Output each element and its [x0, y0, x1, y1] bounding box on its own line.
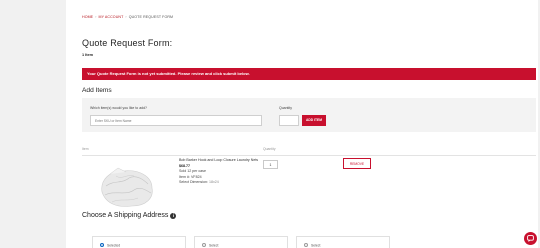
shipping-address-option-2[interactable]: Select — [194, 236, 288, 248]
add-item-button[interactable]: ADD ITEM — [302, 115, 326, 126]
radio-icon[interactable] — [202, 243, 206, 247]
page-content: HOME › MY ACCOUNT › QUOTE REQUEST FORM Quote… — [66, 0, 538, 248]
address-option-label: Select — [209, 243, 219, 248]
item-search-input[interactable] — [90, 115, 262, 126]
radio-icon[interactable] — [304, 243, 308, 247]
breadcrumb-separator: › — [125, 15, 127, 19]
laundry-net-product-image — [101, 167, 153, 207]
page-title: Quote Request Form: — [82, 38, 173, 48]
add-items-panel: Which item(s) would you like to add? Qua… — [82, 98, 536, 132]
dimension-label: Select Dimension: — [179, 179, 208, 184]
item-count: 1 Item — [82, 53, 93, 57]
chat-button[interactable] — [524, 232, 537, 245]
product-name[interactable]: Bob Barker Hook and Loop Closure Laundry… — [179, 158, 259, 163]
shipping-address-option-1[interactable]: Selected — [92, 236, 186, 248]
shipping-address-option-3[interactable]: Select — [296, 236, 390, 248]
add-quantity-input[interactable] — [279, 115, 299, 126]
product-dimension: Select Dimension: 18x24 — [179, 180, 259, 185]
column-header-quantity: Quantity — [263, 147, 276, 151]
breadcrumb-current: QUOTE REQUEST FORM — [128, 15, 174, 19]
add-items-heading: Add Items — [82, 87, 112, 94]
address-option-label: Select — [311, 243, 321, 248]
product-quantity-input[interactable]: 1 — [263, 160, 278, 169]
product-info: Bob Barker Hook and Loop Closure Laundry… — [179, 158, 259, 185]
chat-bubble-icon — [527, 235, 534, 243]
not-submitted-alert: Your Quote Request Form is not yet submi… — [82, 68, 536, 80]
breadcrumb-home[interactable]: HOME — [82, 15, 93, 19]
radio-selected-icon[interactable] — [100, 243, 104, 247]
breadcrumb-separator: › — [95, 15, 97, 19]
address-option-label: Selected — [107, 243, 121, 248]
breadcrumb: HOME › MY ACCOUNT › QUOTE REQUEST FORM — [82, 15, 173, 19]
item-field-label: Which item(s) would you like to add? — [90, 106, 147, 110]
table-divider — [82, 155, 536, 156]
column-header-item: Item — [82, 147, 89, 151]
breadcrumb-account[interactable]: MY ACCOUNT — [98, 15, 123, 19]
shipping-heading-text: Choose A Shipping Address — [82, 212, 169, 219]
quantity-field-label: Quantity — [279, 106, 293, 110]
info-icon[interactable]: i — [170, 212, 177, 219]
dimension-value[interactable]: 18x24 — [209, 180, 219, 184]
shipping-heading: Choose A Shipping Address i — [82, 212, 177, 219]
remove-button[interactable]: REMOVE — [343, 158, 371, 169]
